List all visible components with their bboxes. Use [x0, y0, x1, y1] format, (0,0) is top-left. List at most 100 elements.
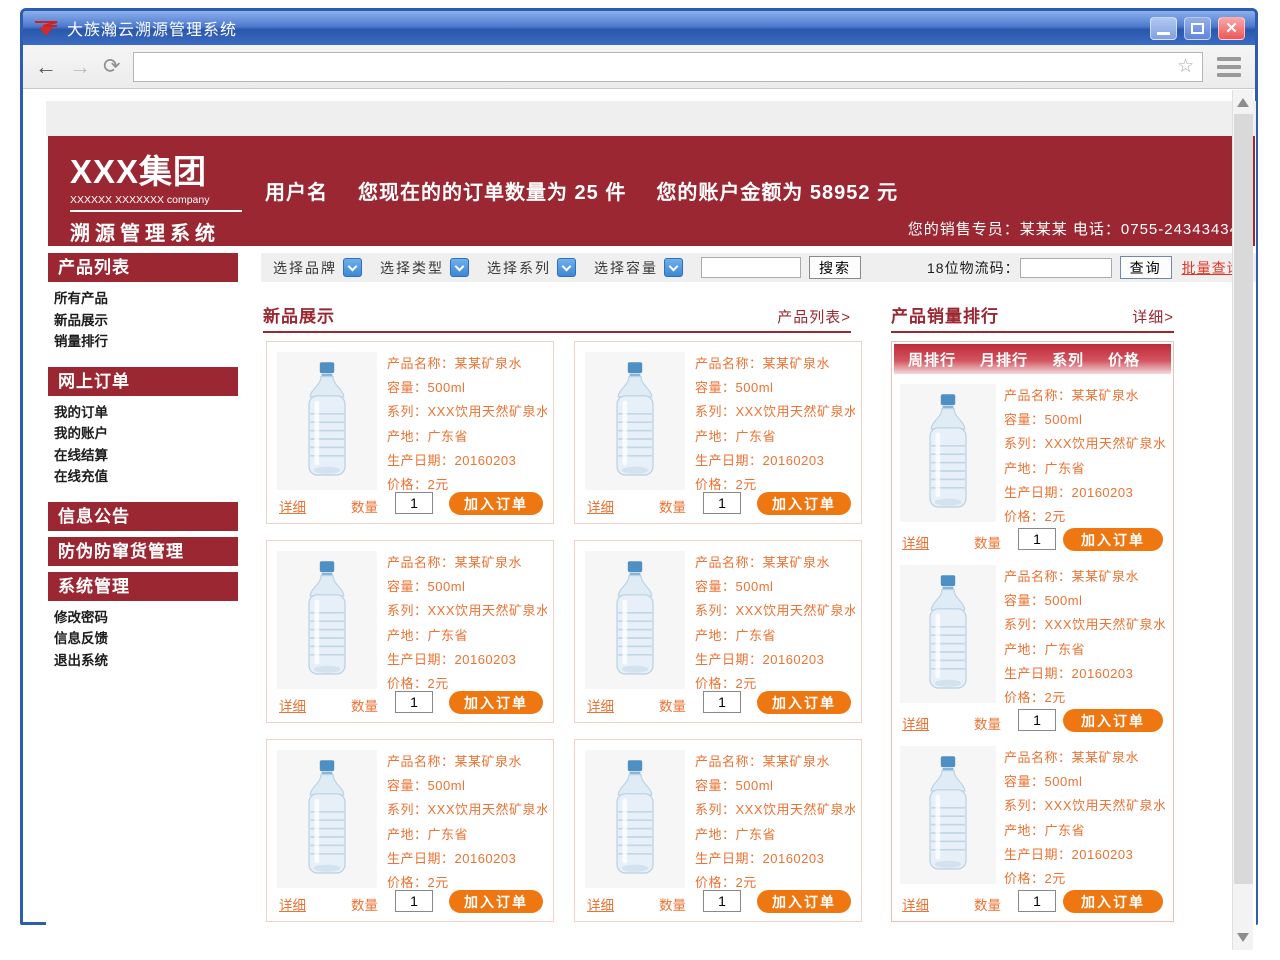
query-button[interactable]: 查询 [1120, 256, 1172, 279]
product-image [277, 750, 377, 888]
scrollbar-thumb[interactable] [1234, 114, 1253, 884]
add-to-order-button[interactable]: 加入订单 [1063, 709, 1163, 732]
maximize-icon [1191, 23, 1204, 34]
series-dropdown[interactable]: 选择系列 [487, 258, 576, 278]
add-to-order-button[interactable]: 加入订单 [449, 890, 543, 913]
product-origin: 产地：广东省 [695, 425, 855, 449]
sidebar-item-my-account[interactable]: 我的账户 [54, 423, 238, 445]
search-button[interactable]: 搜索 [809, 256, 861, 279]
add-to-order-button[interactable]: 加入订单 [1063, 890, 1163, 913]
detail-link[interactable]: 详细 [902, 713, 929, 733]
filter-bar: 选择品牌 选择类型 选择系列 选择容量 搜索 18位物流码： 查询 批量查询 [261, 253, 1256, 282]
address-input[interactable] [134, 53, 1202, 81]
sidebar-item-my-orders[interactable]: 我的订单 [54, 402, 238, 424]
tab-weekly-ranking[interactable]: 周排行 [908, 349, 956, 370]
product-capacity: 容量：500ml [387, 575, 547, 599]
chevron-down-icon[interactable] [664, 258, 683, 277]
product-capacity: 容量：500ml [1004, 770, 1165, 794]
add-to-order-button[interactable]: 加入订单 [757, 492, 851, 515]
user-name: 用户名 [265, 176, 328, 205]
back-icon[interactable]: ← [35, 56, 57, 78]
refresh-icon[interactable]: ⟳ [103, 56, 121, 77]
product-price: 价格：2元 [1004, 505, 1165, 529]
page-viewport: XXX集团 XXXXXX XXXXXXX company 溯源管理系统 用户名 … [46, 101, 1256, 932]
product-image [585, 352, 685, 490]
bookmark-star-icon[interactable]: ☆ [1177, 55, 1194, 78]
add-to-order-button[interactable]: 加入订单 [449, 492, 543, 515]
product-card: 产品名称：某某矿泉水 容量：500ml 系列：XXX饮用天然矿泉水 产地：广东省… [574, 739, 862, 922]
add-to-order-button[interactable]: 加入订单 [757, 691, 851, 714]
new-products-section-header: 新品展示 产品列表> [263, 305, 851, 333]
keyword-search-input[interactable] [701, 257, 801, 278]
minimize-button[interactable] [1150, 17, 1177, 40]
sidebar-section-anticounterfeit[interactable]: 防伪防窜货管理 [48, 537, 238, 566]
product-card: 产品名称：某某矿泉水 容量：500ml 系列：XXX饮用天然矿泉水 产地：广东省… [574, 341, 862, 524]
quantity-input[interactable] [703, 691, 741, 713]
scroll-down-icon[interactable] [1237, 933, 1249, 942]
page-header: XXX集团 XXXXXX XXXXXXX company 溯源管理系统 用户名 … [48, 136, 1255, 246]
chevron-down-icon[interactable] [450, 258, 469, 277]
quantity-label: 数量 [659, 894, 686, 914]
quantity-input[interactable] [1018, 528, 1056, 550]
product-list-more-link[interactable]: 产品列表> [777, 306, 851, 327]
logistics-code-input[interactable] [1020, 258, 1112, 278]
detail-link[interactable]: 详细 [587, 695, 614, 715]
product-series: 系列：XXX饮用天然矿泉水 [1004, 432, 1165, 456]
quantity-input[interactable] [395, 691, 433, 713]
close-button[interactable]: ✕ [1218, 17, 1245, 40]
detail-link[interactable]: 详细 [279, 894, 306, 914]
ranking-more-link[interactable]: 详细> [1132, 306, 1174, 327]
product-series: 系列：XXX饮用天然矿泉水 [1004, 794, 1165, 818]
tab-monthly-ranking[interactable]: 月排行 [980, 349, 1028, 370]
quantity-input[interactable] [703, 492, 741, 514]
product-image [277, 551, 377, 689]
detail-link[interactable]: 详细 [587, 496, 614, 516]
sidebar-item-online-recharge[interactable]: 在线充值 [54, 466, 238, 488]
maximize-button[interactable] [1184, 17, 1211, 40]
sidebar-item-online-settlement[interactable]: 在线结算 [54, 445, 238, 467]
quantity-input[interactable] [1018, 709, 1056, 731]
tab-series[interactable]: 系列 [1052, 349, 1084, 370]
ranking-panel: 周排行 月排行 系列 价格 产品名称：某某矿泉水 容量：500ml 系列：XXX… [891, 341, 1174, 922]
detail-link[interactable]: 详细 [902, 532, 929, 552]
capacity-dropdown[interactable]: 选择容量 [594, 258, 683, 278]
product-name: 产品名称：某某矿泉水 [387, 352, 547, 376]
add-to-order-button[interactable]: 加入订单 [1063, 528, 1163, 551]
detail-link[interactable]: 详细 [902, 894, 929, 914]
sidebar-item-change-password[interactable]: 修改密码 [54, 607, 238, 629]
tab-price[interactable]: 价格 [1108, 349, 1140, 370]
quantity-input[interactable] [703, 890, 741, 912]
sidebar-section-online-orders[interactable]: 网上订单 [48, 367, 238, 396]
address-bar[interactable]: ☆ [133, 52, 1203, 82]
product-image [900, 384, 996, 522]
chevron-down-icon[interactable] [343, 258, 362, 277]
vertical-scrollbar[interactable] [1232, 90, 1253, 950]
sidebar-item-feedback[interactable]: 信息反馈 [54, 628, 238, 650]
quantity-input[interactable] [395, 492, 433, 514]
sidebar-section-product-list[interactable]: 产品列表 [48, 253, 238, 282]
chevron-down-icon[interactable] [557, 258, 576, 277]
sidebar-section-announcements[interactable]: 信息公告 [48, 502, 238, 531]
product-date: 生产日期：20160203 [695, 847, 855, 871]
sidebar-item-sales-ranking[interactable]: 销量排行 [54, 331, 238, 353]
detail-link[interactable]: 详细 [587, 894, 614, 914]
detail-link[interactable]: 详细 [279, 496, 306, 516]
forward-icon[interactable]: → [69, 56, 91, 78]
scroll-up-icon[interactable] [1237, 98, 1249, 107]
quantity-input[interactable] [395, 890, 433, 912]
sidebar-item-all-products[interactable]: 所有产品 [54, 288, 238, 310]
add-to-order-button[interactable]: 加入订单 [757, 890, 851, 913]
sidebar-item-logout[interactable]: 退出系统 [54, 650, 238, 672]
water-bottle-icon [291, 556, 363, 684]
sidebar-item-new-products[interactable]: 新品展示 [54, 310, 238, 332]
product-series: 系列：XXX饮用天然矿泉水 [695, 599, 855, 623]
menu-icon[interactable] [1215, 55, 1243, 79]
brand-dropdown[interactable]: 选择品牌 [273, 258, 362, 278]
type-dropdown[interactable]: 选择类型 [380, 258, 469, 278]
product-origin: 产地：广东省 [1004, 457, 1165, 481]
add-to-order-button[interactable]: 加入订单 [449, 691, 543, 714]
detail-link[interactable]: 详细 [279, 695, 306, 715]
quantity-input[interactable] [1018, 890, 1056, 912]
product-origin: 产地：广东省 [387, 425, 547, 449]
sidebar-section-system-management[interactable]: 系统管理 [48, 572, 238, 601]
